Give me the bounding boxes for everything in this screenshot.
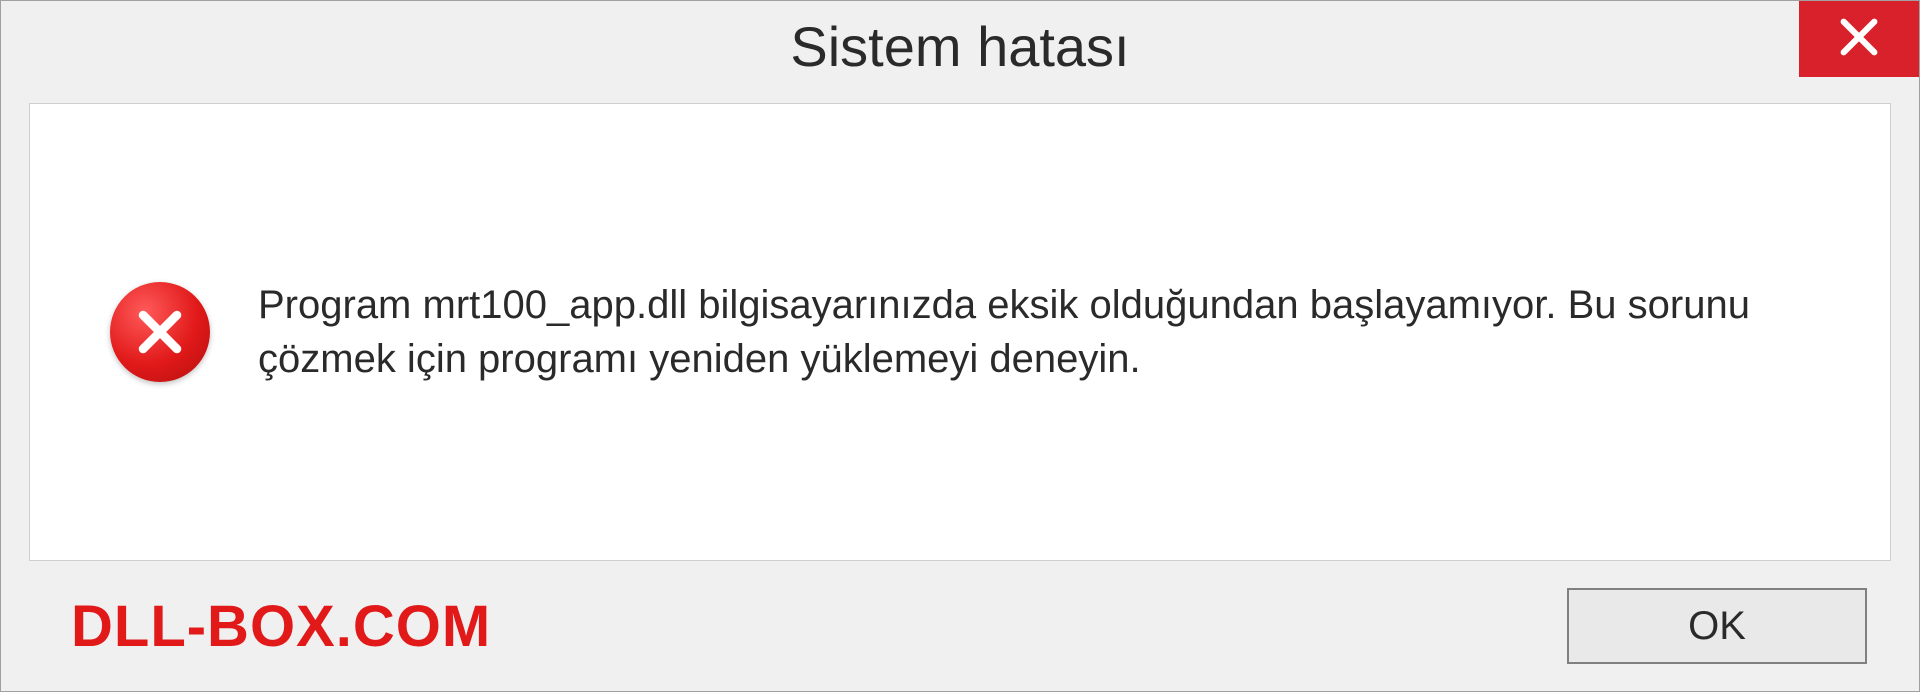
error-message: Program mrt100_app.dll bilgisayarınızda … (258, 278, 1830, 386)
close-icon (1836, 14, 1882, 65)
ok-button[interactable]: OK (1567, 588, 1867, 664)
title-bar: Sistem hatası (1, 1, 1919, 91)
watermark-text: DLL-BOX.COM (71, 593, 491, 660)
dialog-title: Sistem hatası (790, 14, 1129, 79)
dialog-content: Program mrt100_app.dll bilgisayarınızda … (29, 103, 1891, 561)
error-icon (110, 282, 210, 382)
close-button[interactable] (1799, 1, 1919, 77)
dialog-footer: DLL-BOX.COM OK (1, 561, 1919, 691)
error-dialog: Sistem hatası Program mrt100_app.dll bil… (0, 0, 1920, 692)
